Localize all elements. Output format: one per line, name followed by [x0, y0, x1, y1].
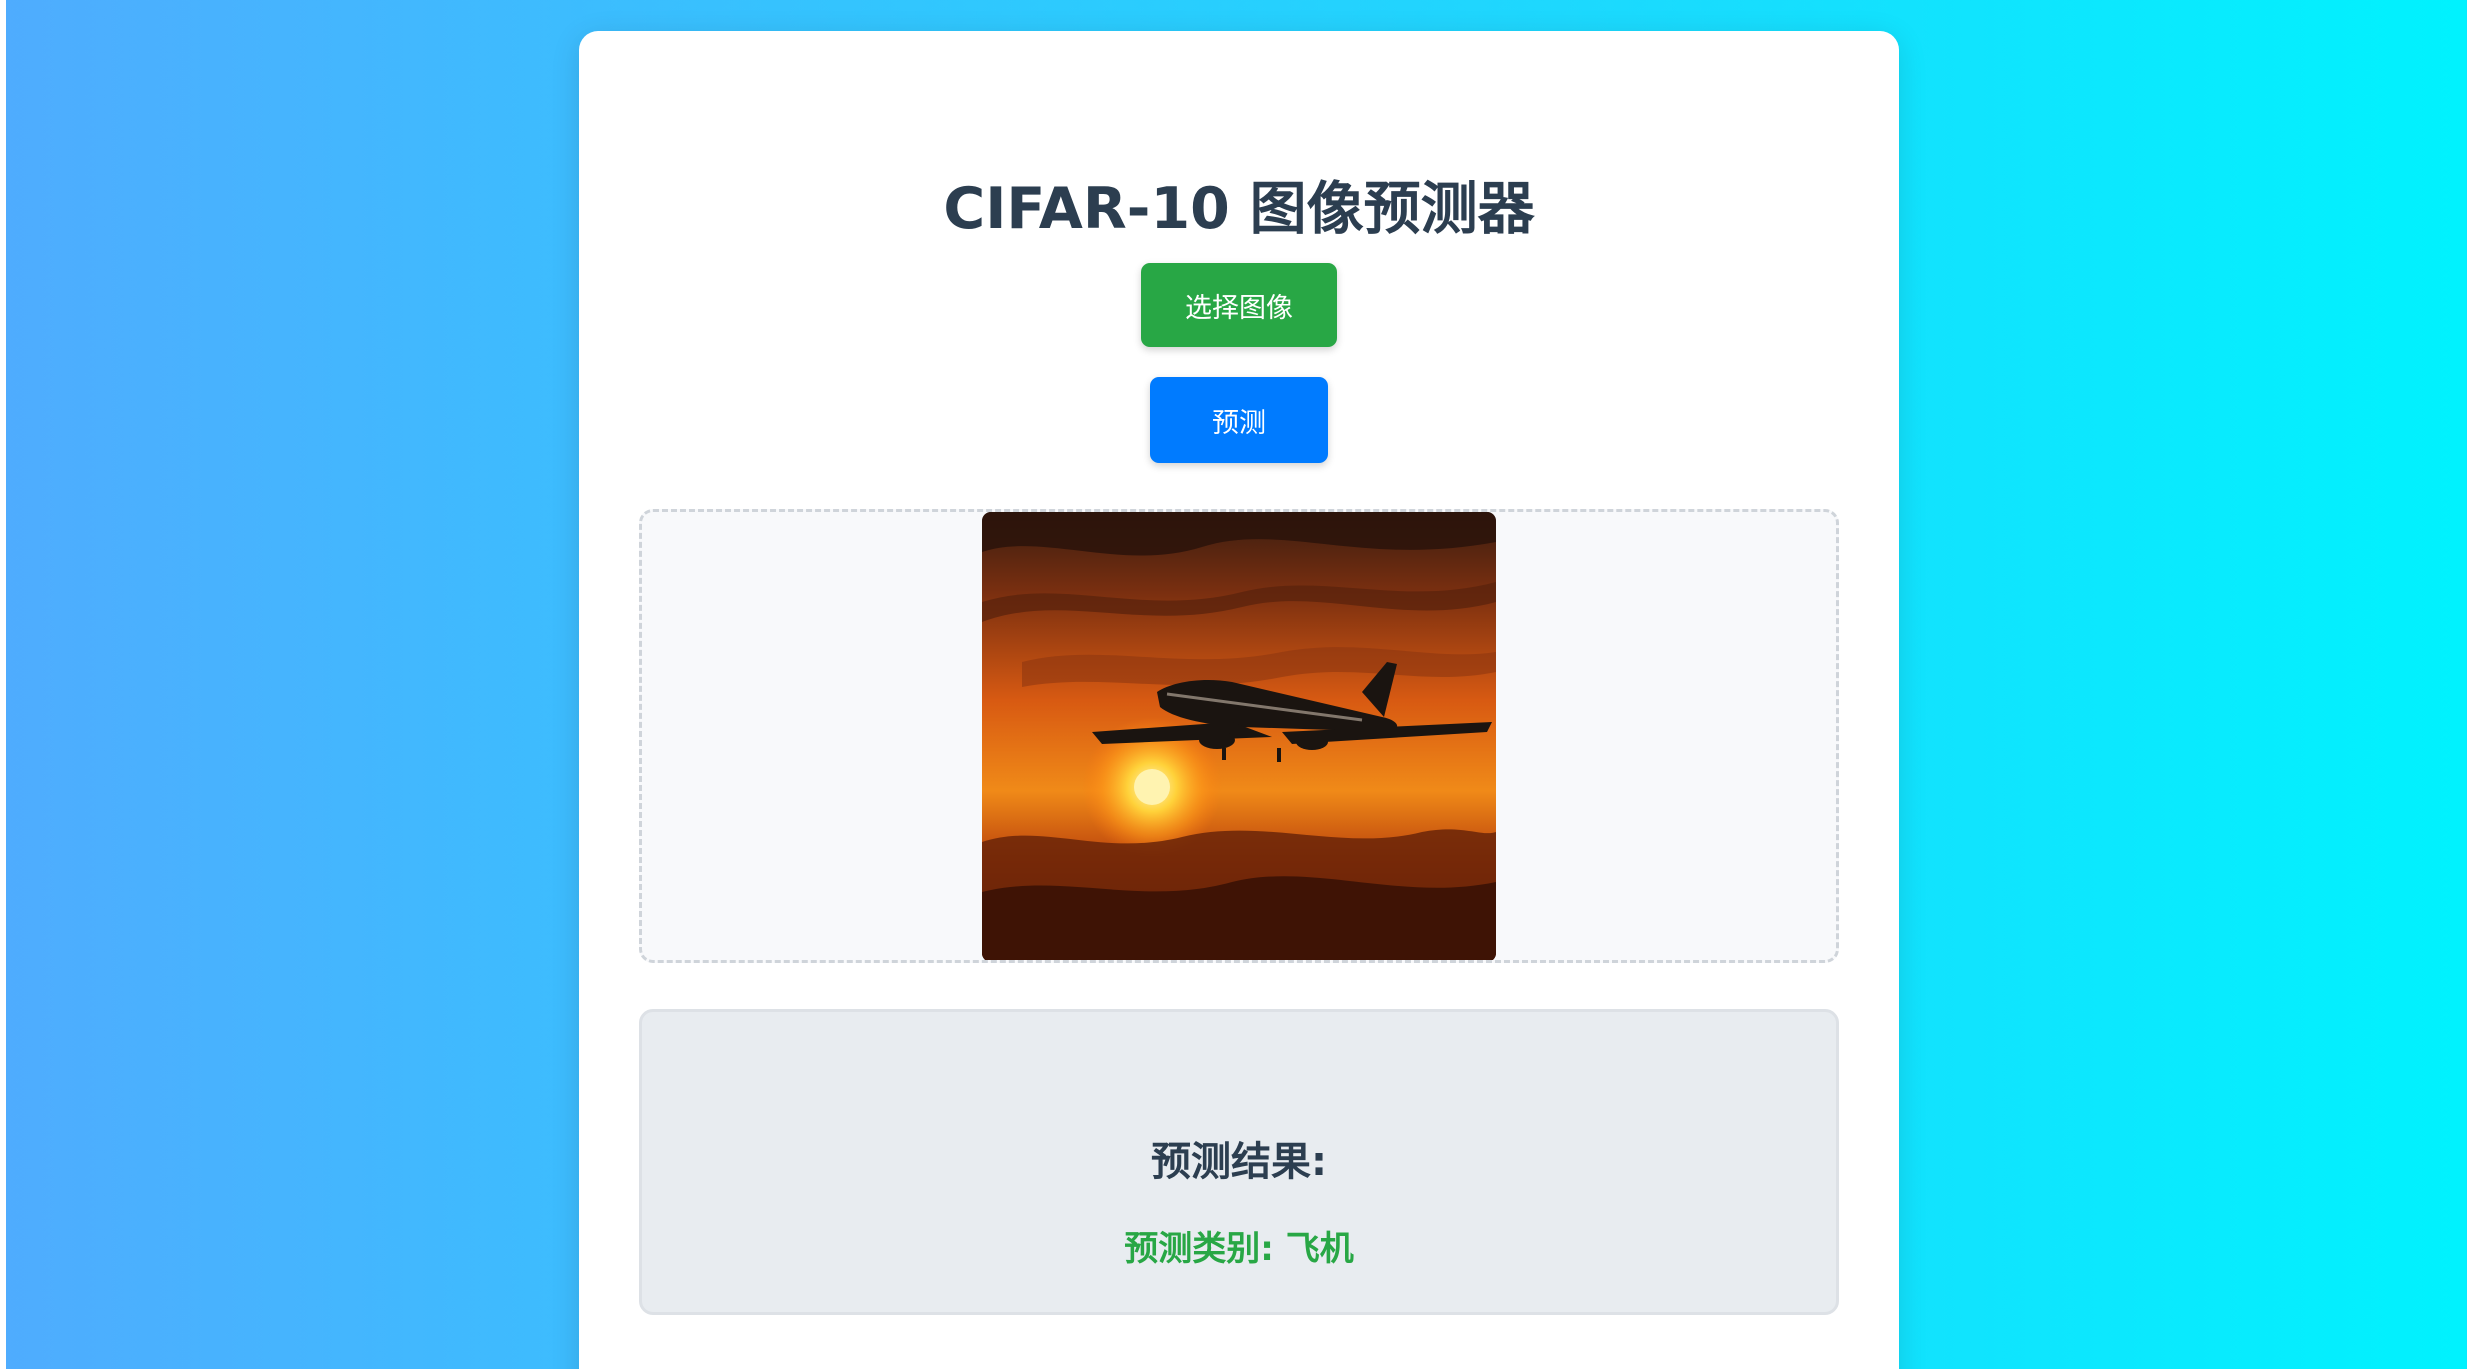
airplane-sunset-image — [982, 512, 1496, 960]
image-preview-area[interactable] — [639, 509, 1839, 963]
main-card: CIFAR-10 图像预测器 选择图像 预测 预测结果: 预测类别: 飞机 — [579, 31, 1899, 1369]
preview-image — [982, 512, 1496, 960]
result-panel: 预测结果: 预测类别: 飞机 — [639, 1009, 1839, 1315]
result-heading: 预测结果: — [1151, 1139, 1327, 1185]
choose-image-button[interactable]: 选择图像 — [1141, 263, 1337, 347]
prediction-label: 预测类别: 飞机 — [1124, 1229, 1354, 1269]
page-title: CIFAR-10 图像预测器 — [943, 176, 1535, 242]
predict-button[interactable]: 预测 — [1150, 377, 1328, 463]
